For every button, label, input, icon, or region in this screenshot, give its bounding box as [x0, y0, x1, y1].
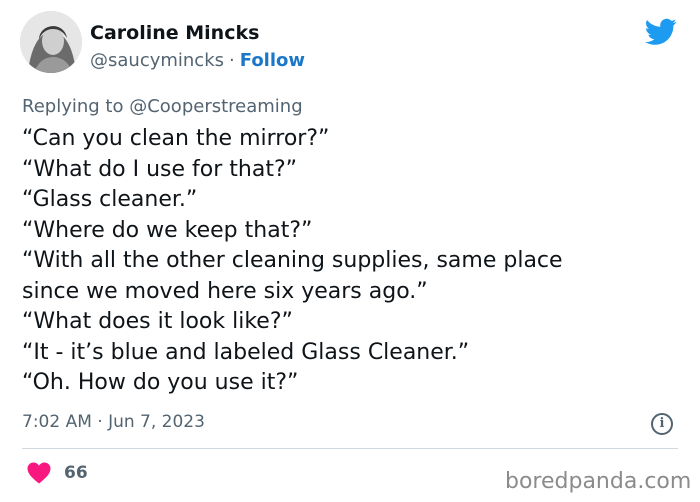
avatar-image — [20, 11, 82, 73]
twitter-bird-icon[interactable] — [644, 18, 677, 46]
tweet-line: “Can you clean the mirror?” — [22, 126, 330, 151]
tweet-line: since we moved here six years ago.” — [22, 278, 428, 304]
separator-dot: · — [229, 50, 235, 71]
author-handle-row: @saucymincks · Follow — [90, 50, 305, 71]
likes-count[interactable]: 66 — [64, 463, 88, 483]
reply-mention-link[interactable]: @Cooperstreaming — [129, 96, 302, 117]
reply-prefix: Replying to — [22, 96, 124, 117]
tweet-line: “Oh. How do you use it?” — [22, 370, 299, 395]
tweet-line: “What does it look like?” — [22, 309, 293, 334]
info-icon[interactable]: i — [651, 413, 673, 435]
tweet-line: “What do I use for that?” — [22, 156, 298, 182]
tweet-text: “Can you clean the mirror?” “What do I u… — [22, 124, 682, 399]
heart-icon[interactable] — [27, 462, 51, 484]
tweet-line: “With all the other cleaning supplies, s… — [22, 248, 563, 273]
avatar[interactable] — [20, 11, 82, 73]
watermark: boredpanda.com — [505, 469, 692, 494]
tweet-line: “Where do we keep that?” — [22, 217, 313, 243]
author-name[interactable]: Caroline Mincks — [90, 22, 259, 44]
tweet-line: “Glass cleaner.” — [22, 187, 198, 212]
tweet-line: “It - it’s blue and labeled Glass Cleane… — [22, 339, 470, 365]
replying-to: Replying to @Cooperstreaming — [22, 96, 303, 117]
divider — [22, 448, 678, 449]
tweet-card: Caroline Mincks @saucymincks · Follow Repl… — [0, 0, 700, 502]
tweet-timestamp[interactable]: 7:02 AM · Jun 7, 2023 — [22, 412, 205, 432]
author-handle[interactable]: @saucymincks — [90, 50, 224, 71]
follow-button[interactable]: Follow — [240, 50, 305, 71]
